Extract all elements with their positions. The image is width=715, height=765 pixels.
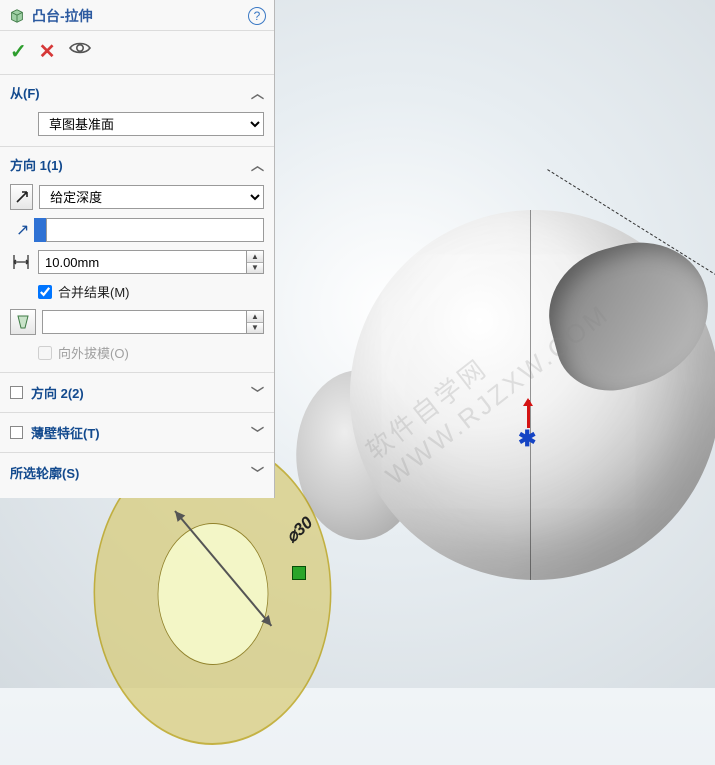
spinner-up-icon[interactable]: ▲ (247, 251, 263, 263)
end-condition-select[interactable]: 给定深度 (39, 185, 264, 209)
depth-spinner[interactable]: ▲ ▼ (246, 250, 264, 274)
direction1-section-header[interactable]: 方向 1(1) ︿ (0, 147, 274, 180)
thin-feature-enable-checkbox[interactable] (10, 426, 23, 439)
draft-on-off-button[interactable] (10, 309, 36, 335)
from-section-header[interactable]: 从(F) ︿ (0, 75, 274, 108)
thin-feature-section-header[interactable]: 薄壁特征(T) ﹀ (0, 413, 274, 453)
feature-icon (8, 7, 26, 25)
ok-button[interactable]: ✓ (10, 39, 27, 64)
selected-contours-section-header[interactable]: 所选轮廓(S) ﹀ (0, 453, 274, 492)
draft-angle-input[interactable] (42, 310, 246, 334)
depth-input[interactable] (38, 250, 246, 274)
sketch-origin-point[interactable] (292, 566, 306, 580)
direction2-section-header[interactable]: 方向 2(2) ﹀ (0, 373, 274, 413)
depth-dimension-icon (10, 253, 32, 271)
from-section: 从(F) ︿ 草图基准面 (0, 75, 274, 147)
origin-triad[interactable]: ✱ (515, 400, 545, 450)
direction2-label: 方向 2(2) (31, 383, 84, 402)
cancel-button[interactable]: ✕ (39, 39, 56, 64)
direction-vector-input[interactable] (46, 218, 264, 242)
panel-title: 凸台-拉伸 (32, 6, 242, 26)
from-label: 从(F) (10, 83, 40, 102)
spinner-down-icon[interactable]: ▼ (247, 323, 263, 334)
command-row: ✓ ✕ (0, 31, 274, 75)
detailed-preview-button[interactable] (68, 39, 92, 57)
direction2-enable-checkbox[interactable] (10, 386, 23, 399)
draft-spinner[interactable]: ▲ ▼ (246, 310, 264, 334)
help-button[interactable]: ? (248, 7, 266, 25)
selection-highlight (34, 218, 46, 242)
direction1-label: 方向 1(1) (10, 155, 63, 174)
property-manager-panel: 凸台-拉伸 ? ✓ ✕ 从(F) ︿ 草图基准面 方向 1(1) ︿ (0, 0, 275, 498)
spinner-down-icon[interactable]: ▼ (247, 263, 263, 274)
reverse-direction-button[interactable] (10, 184, 33, 210)
chevron-down-icon: ﹀ (251, 383, 264, 402)
draft-outward-checkbox (38, 346, 52, 360)
merge-result-label: 合并结果(M) (58, 282, 130, 301)
draft-outward-label: 向外拔模(O) (58, 343, 129, 362)
draft-outward-row: 向外拔模(O) (10, 343, 264, 362)
merge-result-checkbox[interactable] (38, 285, 52, 299)
panel-header: 凸台-拉伸 ? (0, 0, 274, 31)
chevron-up-icon: ︿ (251, 155, 264, 174)
chevron-down-icon: ﹀ (251, 463, 264, 482)
direction-vector-icon: ↗ (10, 220, 28, 240)
chevron-up-icon: ︿ (251, 83, 264, 102)
thin-feature-label: 薄壁特征(T) (31, 423, 100, 442)
direction1-section: 方向 1(1) ︿ 给定深度 ↗ (0, 147, 274, 373)
start-condition-select[interactable]: 草图基准面 (38, 112, 264, 136)
selected-contours-label: 所选轮廓(S) (10, 463, 79, 482)
chevron-down-icon: ﹀ (251, 423, 264, 442)
merge-result-row[interactable]: 合并结果(M) (10, 282, 264, 301)
spinner-up-icon[interactable]: ▲ (247, 311, 263, 323)
